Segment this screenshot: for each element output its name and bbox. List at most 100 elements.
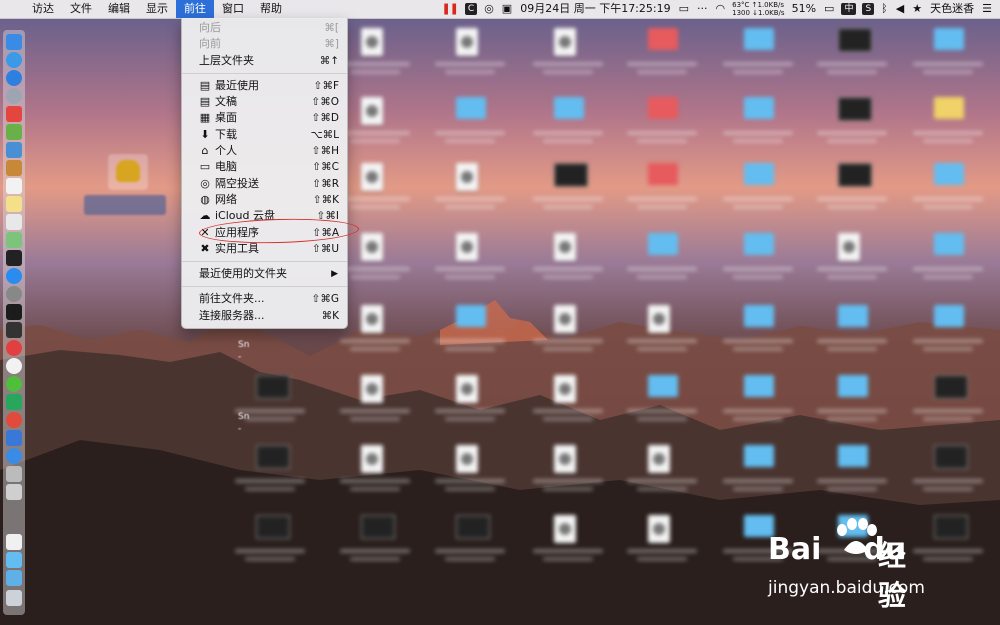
datetime[interactable]: 09月24日 周一 下午17:25:19 — [516, 0, 674, 18]
selected-file-label[interactable] — [84, 195, 166, 215]
go-menu-item[interactable]: ⌂ 个人 ⇧⌘H — [182, 143, 347, 159]
android-icon[interactable] — [6, 124, 22, 140]
menu-window[interactable]: 窗口 — [214, 0, 252, 18]
go-menu-item[interactable]: 连接服务器... ⌘K — [182, 308, 347, 324]
folder-icon[interactable] — [934, 163, 964, 185]
folder-icon[interactable] — [456, 305, 486, 327]
clipboard-icon[interactable]: ▣ — [498, 0, 516, 18]
menu-file[interactable]: 文件 — [62, 0, 100, 18]
folder-icon[interactable] — [934, 97, 964, 119]
app-red-icon[interactable] — [6, 106, 22, 122]
file-icon[interactable] — [838, 233, 860, 261]
folder-icon[interactable] — [838, 445, 868, 467]
c-badge-icon[interactable]: C — [464, 3, 478, 15]
folder-icon[interactable] — [838, 305, 868, 327]
file-icon[interactable] — [648, 515, 670, 543]
folder-icon[interactable] — [744, 233, 774, 255]
star-icon[interactable]: ★ — [908, 0, 926, 18]
folder-icon[interactable] — [554, 97, 584, 119]
folder-icon[interactable] — [648, 375, 678, 397]
doc-file-icon[interactable] — [6, 534, 22, 550]
folder-icon[interactable] — [6, 552, 22, 568]
image-file-icon[interactable] — [256, 375, 290, 399]
go-menu-item[interactable]: 前往文件夹... ⇧⌘G — [182, 291, 347, 307]
wechat-icon[interactable] — [6, 376, 22, 392]
folder-icon[interactable] — [648, 233, 678, 255]
menu-finder[interactable]: 访达 — [24, 0, 62, 18]
battery-percent[interactable]: 51% — [788, 0, 820, 18]
folder-icon[interactable] — [744, 305, 774, 327]
list-icon[interactable]: ☰ — [978, 0, 1000, 18]
menu-view[interactable]: 显示 — [138, 0, 176, 18]
file-icon[interactable] — [361, 233, 383, 261]
file-icon[interactable] — [361, 97, 383, 125]
image-file-icon[interactable] — [934, 445, 968, 469]
calendar-icon[interactable] — [6, 178, 22, 194]
folder-icon[interactable] — [744, 445, 774, 467]
folder-icon[interactable] — [744, 97, 774, 119]
book-icon[interactable] — [6, 160, 22, 176]
user-name[interactable]: 天色迷香 — [926, 0, 978, 18]
selected-file-icon[interactable] — [108, 154, 148, 190]
file-icon[interactable] — [361, 375, 383, 403]
appstore-icon[interactable] — [6, 268, 22, 284]
go-menu-item[interactable]: ▦ 桌面 ⇧⌘D — [182, 110, 347, 126]
folder-icon[interactable] — [838, 375, 868, 397]
xcode-icon[interactable] — [6, 430, 22, 446]
wifi-icon[interactable]: ◠ — [712, 0, 730, 18]
go-menu-item[interactable]: 最近使用的文件夹 ▶ — [182, 266, 347, 282]
s-badge-icon[interactable]: S — [862, 3, 875, 15]
downloads-folder-icon[interactable] — [6, 570, 22, 586]
file-icon[interactable] — [554, 445, 576, 473]
file-icon[interactable] — [456, 28, 478, 56]
folder-icon[interactable] — [744, 375, 774, 397]
file-icon[interactable] — [456, 445, 478, 473]
yandex-icon[interactable] — [6, 358, 22, 374]
file-icon[interactable] — [361, 445, 383, 473]
settings-icon[interactable] — [6, 286, 22, 302]
search-icon[interactable] — [6, 448, 22, 464]
system-monitor[interactable]: 63°C ↑1.0KB/s 1300 ↓1.0KB/s — [729, 1, 787, 17]
folder-icon[interactable] — [648, 97, 678, 119]
go-menu-item[interactable]: ✖ 实用工具 ⇧⌘U — [182, 241, 347, 257]
file-icon[interactable] — [361, 305, 383, 333]
trash-icon[interactable] — [6, 590, 22, 606]
image-file-icon[interactable] — [456, 515, 490, 539]
menu-go[interactable]: 前往 — [176, 0, 214, 18]
globe-icon[interactable]: ◎ — [480, 0, 498, 18]
image-file-icon[interactable] — [934, 515, 968, 539]
folder-icon[interactable] — [456, 97, 486, 119]
bluetooth-icon[interactable]: ᛒ — [877, 0, 892, 18]
go-menu-item[interactable]: ▤ 最近使用 ⇧⌘F — [182, 78, 347, 94]
file-icon[interactable] — [648, 305, 670, 333]
rocket-icon[interactable] — [6, 88, 22, 104]
folder-icon[interactable] — [934, 28, 964, 50]
pause-icon[interactable]: ❚❚ — [437, 0, 461, 18]
volume-icon[interactable]: ◀ — [892, 0, 908, 18]
folder-icon[interactable] — [744, 163, 774, 185]
image-file-icon[interactable] — [554, 163, 588, 187]
file-icon[interactable] — [554, 305, 576, 333]
go-menu-item[interactable]: ◍ 网络 ⇧⌘K — [182, 192, 347, 208]
battery-icon[interactable]: ▭ — [820, 0, 838, 18]
image-file-icon[interactable] — [256, 445, 290, 469]
window-icon[interactable]: ▭ — [675, 0, 693, 18]
file-icon[interactable] — [456, 163, 478, 191]
apple-menu-icon[interactable] — [0, 0, 24, 18]
go-menu-item[interactable]: ▤ 文稿 ⇧⌘O — [182, 94, 347, 110]
image-file-icon[interactable] — [256, 515, 290, 539]
finder-icon[interactable] — [6, 34, 22, 50]
file-icon[interactable] — [456, 375, 478, 403]
file-icon[interactable] — [456, 233, 478, 261]
activity-monitor-icon[interactable] — [6, 304, 22, 320]
photos-icon[interactable] — [6, 466, 22, 482]
terminal-icon[interactable] — [6, 250, 22, 266]
image-file-icon[interactable] — [361, 515, 395, 539]
file-icon[interactable] — [554, 233, 576, 261]
archive-icon[interactable] — [6, 484, 22, 500]
go-menu-item[interactable]: ⬇ 下载 ⌥⌘L — [182, 127, 347, 143]
folder-icon[interactable] — [934, 233, 964, 255]
go-menu-item[interactable]: ◎ 隔空投送 ⇧⌘R — [182, 176, 347, 192]
folder-icon[interactable] — [744, 28, 774, 50]
maps-icon[interactable] — [6, 232, 22, 248]
